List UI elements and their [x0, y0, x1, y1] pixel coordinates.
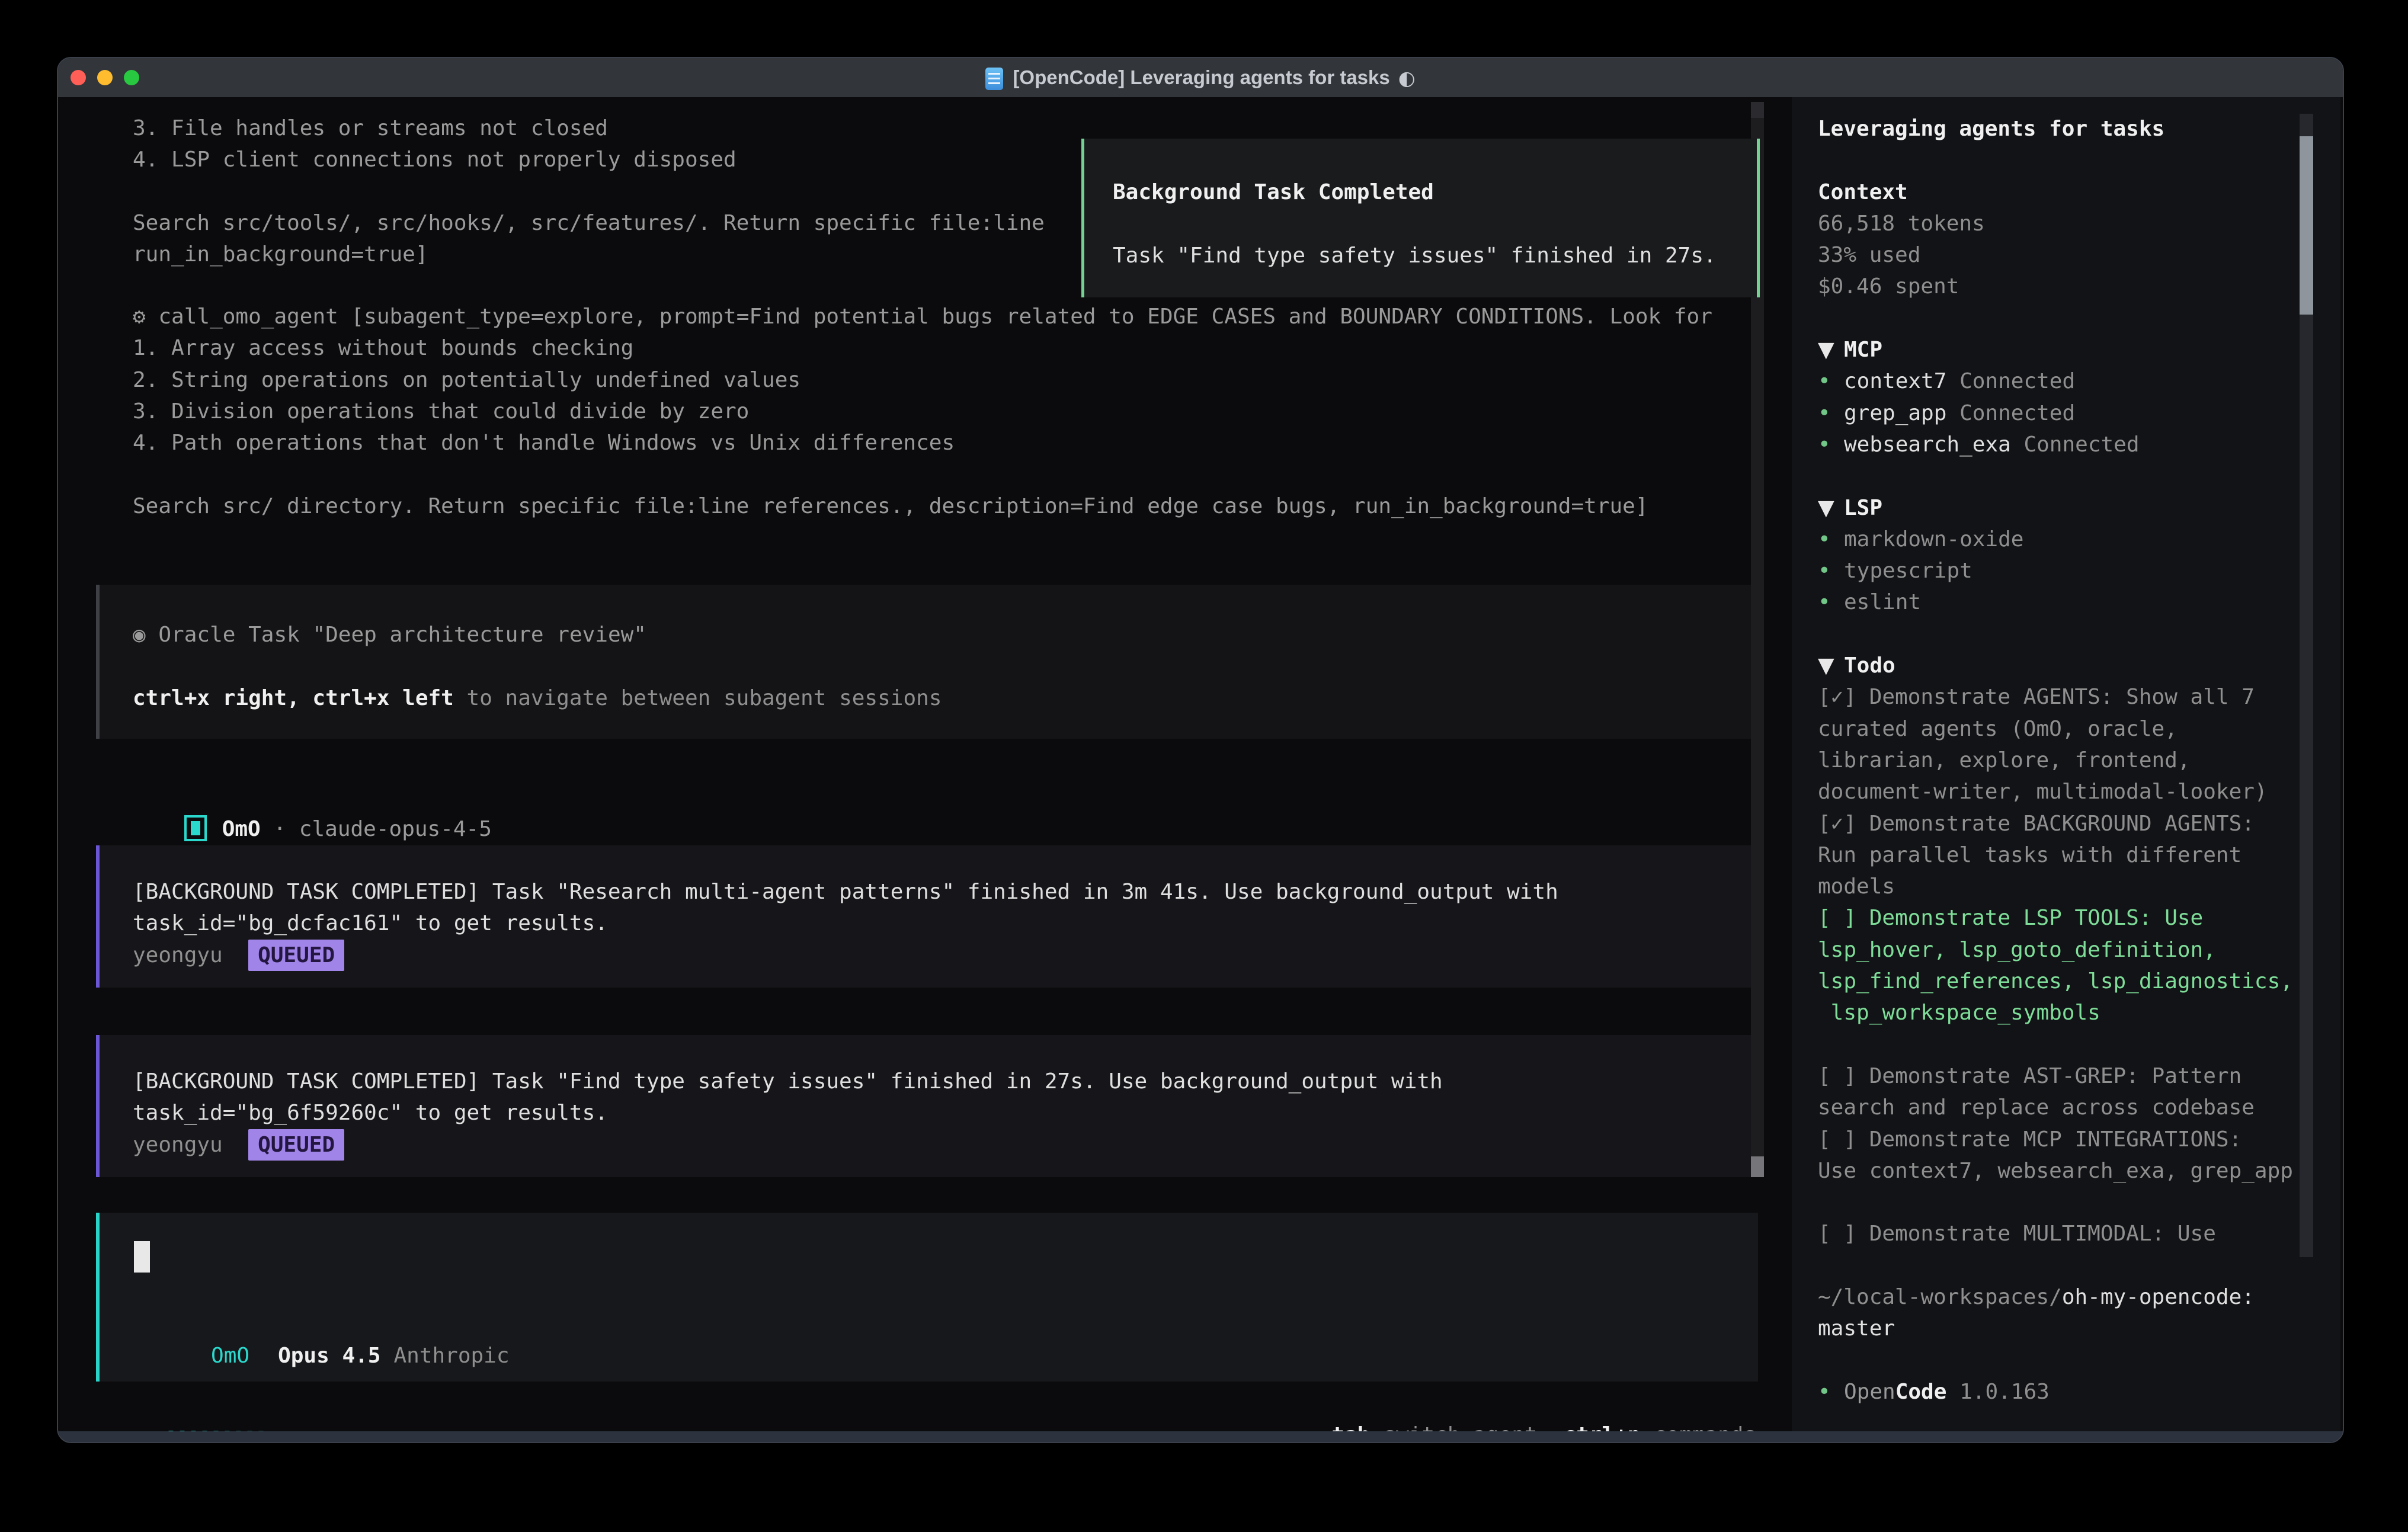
toast-notification[interactable]: Background Task Completed Task "Find typ… — [1081, 139, 1760, 297]
oracle-task-title: Oracle Task "Deep architecture review" — [158, 623, 646, 647]
workspace-path: ~/local-workspaces/oh-my-opencode: — [1818, 1281, 2274, 1313]
record-icon: ◉ — [133, 623, 146, 647]
todo-item-line: librarian, explore, frontend, — [1818, 745, 2274, 776]
main-scrollbar-thumb[interactable] — [1751, 1156, 1764, 1177]
gear-icon: ⚙ — [133, 305, 146, 329]
todo-item-line: models — [1818, 871, 2274, 902]
main-scrollbar-cap — [1751, 102, 1764, 118]
scrollback-line: 4. LSP client connections not properly d… — [133, 144, 1045, 175]
agent-checkbox-icon — [184, 815, 207, 841]
tool-call-tail: Search src/ directory. Return specific f… — [133, 491, 1712, 522]
chevron-down-icon: ▼ — [1818, 334, 1844, 366]
minimize-button[interactable] — [97, 70, 113, 85]
todo-section-header[interactable]: ▼Todo — [1818, 650, 2274, 681]
mcp-section-header[interactable]: ▼MCP — [1818, 334, 2274, 366]
mcp-item: •websearch_exa Connected — [1818, 429, 2274, 460]
agent-header: OmO · claude-opus-4-5 — [133, 782, 492, 813]
context-used: 33% used — [1818, 239, 2274, 271]
todo-item-line: search and replace across codebase — [1818, 1092, 2274, 1123]
lsp-item: •typescript — [1818, 555, 2274, 586]
tool-call-head: call_omo_agent [subagent_type=explore, p… — [158, 305, 1712, 329]
toast-title: Background Task Completed — [1113, 177, 1757, 208]
task-message-line: task_id="bg_6f59260c" to get results. — [133, 1097, 1758, 1129]
text-cursor — [134, 1241, 150, 1273]
agent-name: OmO — [222, 817, 261, 841]
lsp-section-header[interactable]: ▼LSP — [1818, 492, 2274, 524]
scrollback-line: 3. File handles or streams not closed — [133, 113, 1045, 144]
background-task-message[interactable]: [BACKGROUND TASK COMPLETED] Task "Resear… — [96, 845, 1758, 988]
status-dot-icon: • — [1818, 429, 1844, 460]
status-badge: QUEUED — [248, 940, 344, 971]
mcp-item: •grep_app Connected — [1818, 398, 2274, 429]
task-user: yeongyu — [133, 1133, 223, 1157]
maximize-button[interactable] — [124, 70, 139, 85]
git-branch: master — [1818, 1313, 2274, 1344]
half-moon-icon: ◐ — [1398, 66, 1416, 89]
tool-call-item: 4. Path operations that don't handle Win… — [133, 427, 1712, 459]
todo-item-line: Use context7, websearch_exa, grep_app — [1818, 1155, 2274, 1187]
chevron-down-icon: ▼ — [1818, 492, 1844, 524]
sidebar-scrollbar-thumb[interactable] — [2300, 136, 2313, 315]
app-version: •OpenCode 1.0.163 — [1818, 1376, 2274, 1408]
todo-item-line: document-writer, multimodal-looker) — [1818, 776, 2274, 807]
status-badge: QUEUED — [248, 1129, 344, 1161]
input-agent-label[interactable]: OmO — [211, 1344, 249, 1368]
task-message-line: [BACKGROUND TASK COMPLETED] Task "Resear… — [133, 876, 1758, 908]
todo-item-line: [✓] Demonstrate BACKGROUND AGENTS: — [1818, 808, 2274, 839]
session-title: Leveraging agents for tasks — [1818, 113, 2274, 145]
todo-item-line-active: lsp_workspace_symbols — [1818, 997, 2274, 1028]
lsp-item: •eslint — [1818, 586, 2274, 618]
document-icon — [985, 68, 1003, 90]
status-dot-icon: • — [1818, 524, 1844, 555]
task-user: yeongyu — [133, 943, 223, 967]
background-task-message[interactable]: [BACKGROUND TASK COMPLETED] Task "Find t… — [96, 1035, 1758, 1177]
oracle-task-card[interactable]: ◉ Oracle Task "Deep architecture review"… — [96, 585, 1758, 739]
todo-item-line: [ ] Demonstrate MCP INTEGRATIONS: — [1818, 1124, 2274, 1155]
todo-item-line-active: lsp_hover, lsp_goto_definition, — [1818, 934, 2274, 966]
scrollback-line: run_in_background=true] — [133, 239, 1045, 270]
terminal-window: [OpenCode] Leveraging agents for tasks ◐… — [57, 57, 2344, 1443]
status-dot-icon: • — [1818, 555, 1844, 586]
todo-item-line-active: [ ] Demonstrate LSP TOOLS: Use — [1818, 902, 2274, 934]
status-dot-icon: • — [1818, 1376, 1844, 1408]
todo-item-line-active: lsp_find_references, lsp_diagnostics, — [1818, 966, 2274, 997]
tool-call-item: 1. Array access without bounds checking — [133, 332, 1712, 364]
tool-call-output: ⚙ call_omo_agent [subagent_type=explore,… — [133, 301, 1712, 522]
chevron-down-icon: ▼ — [1818, 650, 1844, 681]
input-provider-label: Anthropic — [393, 1344, 509, 1368]
scrollback-text: 3. File handles or streams not closed 4.… — [133, 113, 1045, 270]
task-message-line: [BACKGROUND TASK COMPLETED] Task "Find t… — [133, 1066, 1758, 1097]
todo-item-line: [ ] Demonstrate MULTIMODAL: Use — [1818, 1218, 2274, 1249]
tool-call-item: 2. String operations on potentially unde… — [133, 364, 1712, 396]
status-dot-icon: • — [1818, 366, 1844, 397]
context-spent: $0.46 spent — [1818, 271, 2274, 302]
keybinding-hint-text: to navigate between subagent sessions — [454, 686, 942, 710]
window-title: [OpenCode] Leveraging agents for tasks — [1013, 66, 1389, 89]
status-dot-icon: • — [1818, 398, 1844, 429]
window-bottom-edge — [58, 1431, 2343, 1443]
titlebar: [OpenCode] Leveraging agents for tasks ◐ — [58, 58, 2343, 97]
context-heading: Context — [1818, 177, 2274, 208]
close-button[interactable] — [71, 70, 86, 85]
tool-call-item: 3. Division operations that could divide… — [133, 396, 1712, 427]
statusbar-right: tabswitch agentctrl+pcommands — [58, 1388, 1756, 1419]
mcp-item: •context7 Connected — [1818, 366, 2274, 397]
toast-body: Task "Find type safety issues" finished … — [1113, 240, 1757, 271]
task-message-line: task_id="bg_dcfac161" to get results. — [133, 908, 1758, 939]
input-model-label[interactable]: Opus 4.5 — [278, 1344, 380, 1368]
lsp-item: •markdown-oxide — [1818, 524, 2274, 555]
context-tokens: 66,518 tokens — [1818, 208, 2274, 239]
todo-item-line: [ ] Demonstrate AST-GREP: Pattern — [1818, 1060, 2274, 1092]
agent-model: claude-opus-4-5 — [299, 817, 492, 841]
todo-item-line: Run parallel tasks with different — [1818, 839, 2274, 871]
todo-item-line: curated agents (OmO, oracle, — [1818, 713, 2274, 745]
sidebar: Leveraging agents for tasks Context 66,5… — [1792, 97, 2340, 1431]
todo-item-line: [✓] Demonstrate AGENTS: Show all 7 — [1818, 681, 2274, 713]
keybinding-hint: ctrl+x right, ctrl+x left — [133, 686, 454, 710]
scrollback-line: Search src/tools/, src/hooks/, src/featu… — [133, 207, 1045, 239]
status-dot-icon: • — [1818, 586, 1844, 618]
prompt-input[interactable]: OmO Opus 4.5 Anthropic — [96, 1213, 1758, 1382]
